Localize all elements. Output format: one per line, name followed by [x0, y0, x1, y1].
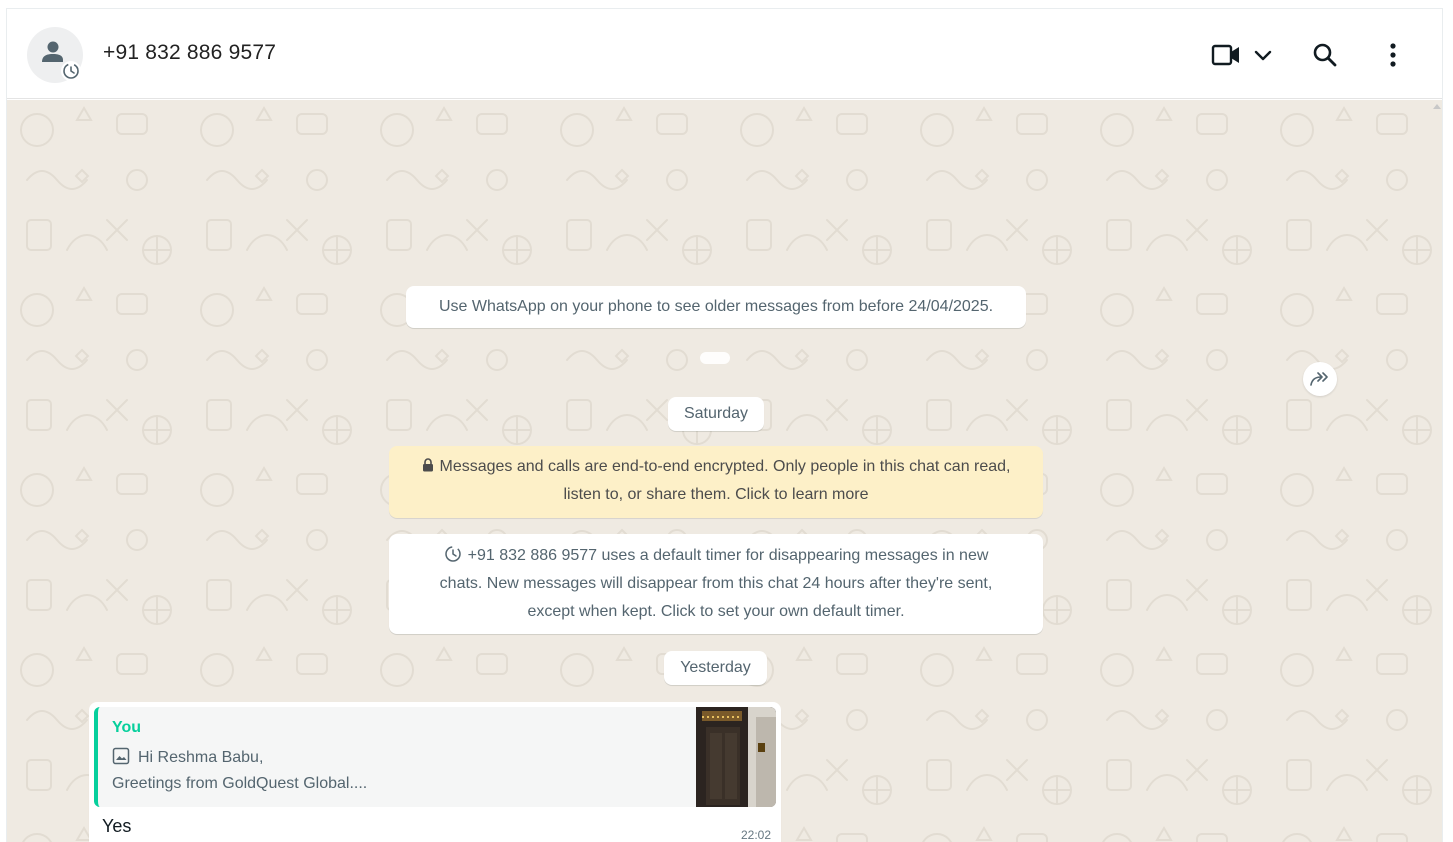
scrollbar[interactable]: [1433, 100, 1442, 842]
video-call-icon[interactable]: [1209, 37, 1245, 73]
quoted-author: You: [112, 719, 142, 736]
lock-icon: [422, 458, 433, 472]
date-chip-yesterday: Yesterday: [664, 651, 767, 685]
chat-window: +91 832 886 9577 Use WhatsApp on your ph…: [6, 8, 1443, 842]
quoted-line-1-text: Hi Reshma Babu,: [138, 749, 264, 766]
image-icon: [112, 747, 130, 765]
chevron-down-icon[interactable]: [1245, 37, 1281, 73]
search-icon[interactable]: [1307, 37, 1343, 73]
contact-avatar[interactable]: [27, 27, 83, 83]
message-bubble[interactable]: You Hi Reshma Babu, Greetings from GoldQ…: [89, 702, 781, 842]
timer-notice-line-3: except when kept. Click to set your own …: [527, 603, 905, 620]
encryption-notice[interactable]: Messages and calls are end-to-end encryp…: [389, 446, 1043, 518]
chat-panel[interactable]: Use WhatsApp on your phone to see older …: [7, 100, 1442, 842]
quoted-line-1: Hi Reshma Babu,: [112, 747, 263, 767]
encryption-notice-line-2: listen to, or share them. Click to learn…: [563, 486, 869, 503]
encryption-text-1: Messages and calls are end-to-end encryp…: [439, 458, 1011, 475]
forward-message-button[interactable]: [1303, 362, 1337, 396]
quoted-message[interactable]: You Hi Reshma Babu, Greetings from GoldQ…: [94, 707, 776, 807]
timer-notice-line-1: +91 832 886 9577 uses a default timer fo…: [409, 542, 1023, 570]
disappearing-timer-notice[interactable]: +91 832 886 9577 uses a default timer fo…: [389, 534, 1043, 634]
quoted-line-2: Greetings from GoldQuest Global....: [112, 775, 368, 792]
scroll-up-arrow-icon[interactable]: [1433, 104, 1441, 109]
message-text: Yes: [102, 816, 132, 836]
date-chip-saturday: Saturday: [668, 397, 764, 431]
menu-dots-icon[interactable]: [1375, 37, 1411, 73]
avatar-person-icon: [42, 41, 81, 81]
message-time: 22:02: [740, 828, 771, 842]
older-messages-notice[interactable]: Use WhatsApp on your phone to see older …: [406, 286, 1026, 328]
quoted-image-thumbnail[interactable]: [696, 707, 776, 807]
contact-name[interactable]: +91 832 886 9577: [103, 41, 276, 65]
timer-text-1: +91 832 886 9577 uses a default timer fo…: [467, 547, 989, 564]
forward-icon: [1310, 372, 1328, 386]
timer-icon: [444, 546, 461, 562]
chat-header: +91 832 886 9577: [7, 9, 1442, 99]
loading-indicator: [700, 352, 730, 364]
timer-notice-line-2: chats. New messages will disappear from …: [439, 575, 993, 592]
encryption-notice-line-1: Messages and calls are end-to-end encryp…: [389, 453, 1043, 481]
